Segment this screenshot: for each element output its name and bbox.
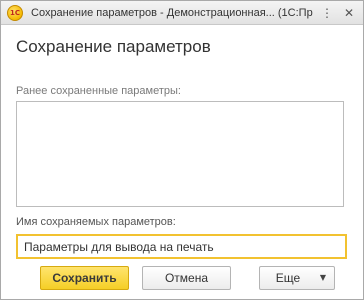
dialog-window: 1С Сохранение параметров - Демонстрацион…: [0, 0, 364, 300]
title-bar: 1С Сохранение параметров - Демонстрацион…: [1, 1, 363, 25]
page-title: Сохранение параметров: [16, 37, 211, 56]
more-button-label: Еще: [275, 271, 301, 285]
app-logo-icon: 1С: [7, 5, 23, 21]
saved-params-list[interactable]: [16, 101, 344, 207]
more-button[interactable]: Еще ▼: [259, 266, 335, 290]
window-title: Сохранение параметров - Демонстрационная…: [31, 7, 313, 19]
app-logo-text: 1С: [9, 9, 20, 17]
saved-params-label: Ранее сохраненные параметры:: [16, 85, 181, 97]
param-name-input[interactable]: [16, 234, 347, 259]
more-actions-icon[interactable]: ⋮: [320, 6, 334, 20]
close-icon[interactable]: ✕: [342, 6, 356, 20]
chevron-down-icon: ▼: [319, 273, 327, 282]
cancel-button[interactable]: Отмена: [142, 266, 231, 290]
param-name-label: Имя сохраняемых параметров:: [16, 216, 176, 228]
save-button[interactable]: Сохранить: [40, 266, 129, 290]
